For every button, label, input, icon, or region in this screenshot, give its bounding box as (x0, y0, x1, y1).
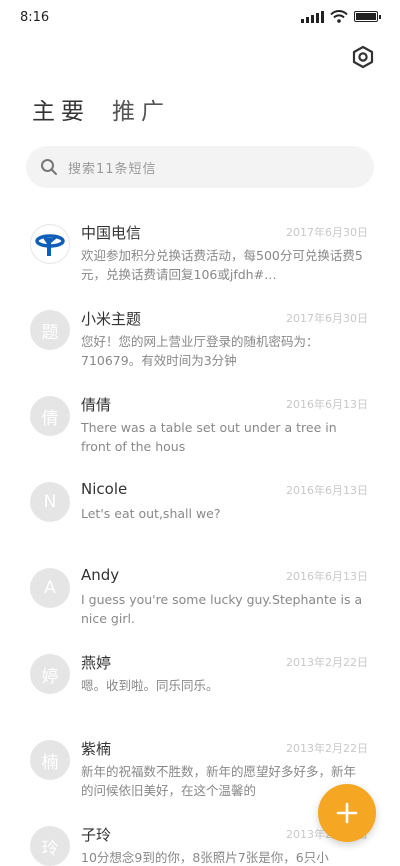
message-preview: 新年的祝福数不胜数，新年的愿望好多好多，新年的问候依旧美好，在这个温馨的 (81, 764, 357, 798)
search-placeholder: 搜索11条短信 (68, 161, 157, 177)
status-icons (301, 10, 381, 23)
avatar (30, 224, 70, 264)
contact-name: 小米主题 (81, 310, 142, 328)
avatar: 题 (30, 310, 70, 350)
message-preview: 欢迎参加积分兑换话费活动，每500分可兑换话费5元，兑换话费请回复106或jfd… (81, 248, 363, 282)
message-preview: 10分想念9到的你，8张照片7张是你，6只小 (81, 850, 329, 865)
message-date: 2013年2月22日 (286, 656, 368, 669)
wifi-icon (330, 10, 348, 23)
contact-name: Andy (81, 566, 120, 584)
conversation-row[interactable]: A Andy 2016年6月13日 I guess you're some lu… (0, 556, 400, 642)
message-preview: There was a table set out under a tree i… (81, 420, 337, 454)
new-message-button[interactable] (318, 784, 376, 842)
status-bar: 8:16 (0, 0, 400, 36)
avatar: 倩 (30, 396, 70, 436)
message-date: 2013年2月22日 (286, 742, 368, 755)
contact-name: 倩倩 (81, 396, 112, 414)
search-icon (41, 159, 57, 175)
conversation-row[interactable]: N Nicole 2016年6月13日 Let's eat out,shall … (0, 470, 400, 556)
avatar: N (30, 482, 70, 522)
conversation-row[interactable]: 题 小米主题 2017年6月30日 您好！您的网上营业厅登录的随机密码为：710… (0, 298, 400, 384)
signal-icon (301, 10, 324, 23)
avatar: 玲 (30, 826, 70, 866)
conversation-row[interactable]: 倩 倩倩 2016年6月13日 There was a table set ou… (0, 384, 400, 470)
message-preview: Let's eat out,shall we? (81, 506, 221, 521)
status-time: 8:16 (20, 10, 50, 25)
message-date: 2016年6月13日 (286, 484, 368, 497)
message-preview: 嗯。收到啦。同乐同乐。 (81, 678, 219, 693)
avatar: A (30, 568, 70, 608)
message-date: 2017年6月30日 (286, 312, 368, 325)
message-preview: I guess you're some lucky guy.Stephante … (81, 592, 363, 626)
settings-button[interactable] (350, 44, 376, 70)
china-telecom-logo (35, 234, 65, 256)
conversation-row[interactable]: 中国电信 2017年6月30日 欢迎参加积分兑换话费活动，每500分可兑换话费5… (0, 212, 400, 298)
tab-main[interactable]: 主要 (32, 92, 90, 126)
conversation-row[interactable]: 婷 燕婷 2013年2月22日 嗯。收到啦。同乐同乐。 (0, 642, 400, 728)
hexagon-settings-icon (352, 45, 374, 69)
message-preview: 您好！您的网上营业厅登录的随机密码为：710679。有效时间为3分钟 (81, 334, 319, 368)
conversation-list: 中国电信 2017年6月30日 欢迎参加积分兑换话费活动，每500分可兑换话费5… (0, 212, 400, 866)
message-date: 2016年6月13日 (286, 398, 368, 411)
contact-name: 中国电信 (81, 224, 142, 242)
avatar: 楠 (30, 740, 70, 780)
contact-name: 紫楠 (81, 740, 112, 758)
plus-icon (336, 802, 358, 824)
battery-icon (354, 11, 381, 22)
message-date: 2016年6月13日 (286, 570, 368, 583)
contact-name: 子玲 (81, 826, 112, 844)
tab-bar: 主要 推广 (32, 92, 170, 126)
contact-name: Nicole (81, 480, 128, 498)
avatar: 婷 (30, 654, 70, 694)
contact-name: 燕婷 (81, 654, 112, 672)
tab-promotions[interactable]: 推广 (112, 92, 170, 126)
message-date: 2017年6月30日 (286, 226, 368, 239)
search-bar[interactable]: 搜索11条短信 (26, 146, 374, 188)
